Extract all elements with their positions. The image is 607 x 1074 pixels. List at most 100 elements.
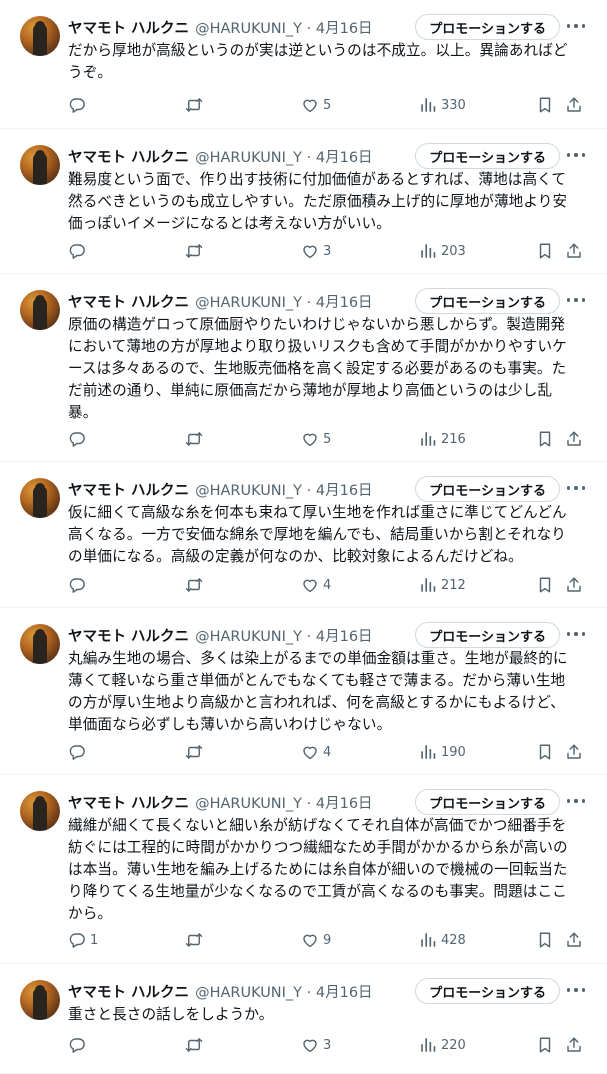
reply-icon	[69, 745, 85, 760]
promote-button[interactable]: プロモーションする	[415, 14, 560, 40]
share-button[interactable]	[565, 929, 583, 951]
like-button[interactable]: 5	[301, 94, 331, 116]
avatar[interactable]	[20, 290, 60, 330]
reply-button[interactable]	[68, 574, 90, 596]
more-icon[interactable]	[567, 626, 585, 642]
bookmark-icon	[539, 932, 551, 948]
like-button[interactable]: 3	[301, 1034, 331, 1056]
like-button[interactable]: 4	[301, 741, 331, 763]
author-name[interactable]: ヤマモト ハルクニ	[68, 17, 189, 38]
like-button[interactable]: 4	[301, 574, 331, 596]
bookmark-button[interactable]	[536, 574, 554, 596]
tweet[interactable]: ヤマモト ハルクニ @HARUKUNI_Y · 4月16日 プロモーションする …	[0, 274, 607, 462]
promote-button[interactable]: プロモーションする	[415, 288, 560, 314]
like-count: 9	[323, 932, 332, 948]
promote-button[interactable]: プロモーションする	[415, 143, 560, 169]
bookmark-button[interactable]	[536, 929, 554, 951]
like-button[interactable]: 9	[301, 929, 331, 951]
avatar[interactable]	[20, 16, 60, 56]
bookmark-button[interactable]	[536, 94, 554, 116]
views-button[interactable]: 190	[419, 741, 466, 763]
tweet-actions: 3 203	[68, 240, 587, 262]
author-handle-date[interactable]: @HARUKUNI_Y · 4月16日	[195, 291, 372, 312]
share-button[interactable]	[565, 94, 583, 116]
reply-button[interactable]: 1	[68, 929, 98, 951]
promote-button[interactable]: プロモーションする	[415, 789, 560, 815]
author-name[interactable]: ヤマモト ハルクニ	[68, 291, 189, 312]
tweet[interactable]: ヤマモト ハルクニ @HARUKUNI_Y · 4月16日 プロモーションする …	[0, 0, 607, 129]
more-icon[interactable]	[567, 292, 585, 308]
share-button[interactable]	[565, 574, 583, 596]
bookmark-button[interactable]	[536, 1034, 554, 1056]
views-button[interactable]: 203	[419, 240, 466, 262]
author-handle-date[interactable]: @HARUKUNI_Y · 4月16日	[195, 146, 372, 167]
views-button[interactable]: 212	[419, 574, 466, 596]
share-button[interactable]	[565, 240, 583, 262]
views-icon	[421, 98, 436, 112]
author-handle-date[interactable]: @HARUKUNI_Y · 4月16日	[195, 981, 372, 1002]
author-handle-date[interactable]: @HARUKUNI_Y · 4月16日	[195, 792, 372, 813]
more-icon[interactable]	[567, 982, 585, 998]
author-name[interactable]: ヤマモト ハルクニ	[68, 981, 189, 1002]
retweet-button[interactable]	[185, 94, 203, 116]
views-button[interactable]: 220	[419, 1034, 466, 1056]
views-button[interactable]: 428	[419, 929, 466, 951]
reply-button[interactable]	[68, 741, 90, 763]
like-button[interactable]: 3	[301, 240, 331, 262]
like-count: 4	[323, 577, 332, 593]
view-count: 428	[441, 932, 466, 948]
share-button[interactable]	[565, 1034, 583, 1056]
reply-button[interactable]	[68, 428, 90, 450]
author-handle-date[interactable]: @HARUKUNI_Y · 4月16日	[195, 479, 372, 500]
reply-button[interactable]	[68, 94, 90, 116]
views-button[interactable]: 216	[419, 428, 466, 450]
reply-button[interactable]	[68, 1034, 90, 1056]
bookmark-button[interactable]	[536, 240, 554, 262]
avatar[interactable]	[20, 145, 60, 185]
retweet-icon	[185, 98, 203, 112]
more-icon[interactable]	[567, 147, 585, 163]
retweet-button[interactable]	[185, 240, 203, 262]
avatar[interactable]	[20, 478, 60, 518]
more-icon[interactable]	[567, 793, 585, 809]
retweet-icon	[185, 745, 203, 759]
retweet-button[interactable]	[185, 1034, 203, 1056]
promote-button[interactable]: プロモーションする	[415, 476, 560, 502]
tweet[interactable]: ヤマモト ハルクニ @HARUKUNI_Y · 4月16日 プロモーションする …	[0, 462, 607, 608]
author-handle-date[interactable]: @HARUKUNI_Y · 4月16日	[195, 17, 372, 38]
share-button[interactable]	[565, 428, 583, 450]
retweet-button[interactable]	[185, 929, 203, 951]
promote-button[interactable]: プロモーションする	[415, 978, 560, 1004]
bookmark-button[interactable]	[536, 428, 554, 450]
tweet[interactable]: ヤマモト ハルクニ @HARUKUNI_Y · 4月16日 プロモーションする …	[0, 775, 607, 964]
tweet[interactable]: ヤマモト ハルクニ @HARUKUNI_Y · 4月16日 プロモーションする …	[0, 129, 607, 274]
author-handle-date[interactable]: @HARUKUNI_Y · 4月16日	[195, 625, 372, 646]
views-button[interactable]: 330	[419, 94, 466, 116]
like-count: 5	[323, 431, 332, 447]
retweet-button[interactable]	[185, 741, 203, 763]
bookmark-button[interactable]	[536, 741, 554, 763]
like-button[interactable]: 5	[301, 428, 331, 450]
author-name[interactable]: ヤマモト ハルクニ	[68, 625, 189, 646]
share-icon	[567, 431, 581, 446]
author-name[interactable]: ヤマモト ハルクニ	[68, 792, 189, 813]
reply-button[interactable]	[68, 240, 90, 262]
tweet[interactable]: ヤマモト ハルクニ @HARUKUNI_Y · 4月16日 プロモーションする …	[0, 608, 607, 775]
tweet-text: 丸編み生地の場合、多くは染上がるまでの単価金額は重さ。生地が最終的に 薄くて軽い…	[68, 650, 568, 733]
tweet[interactable]: ヤマモト ハルクニ @HARUKUNI_Y · 4月16日 プロモーションする …	[0, 964, 607, 1074]
more-icon[interactable]	[567, 18, 585, 34]
more-icon[interactable]	[567, 480, 585, 496]
avatar[interactable]	[20, 791, 60, 831]
author-name[interactable]: ヤマモト ハルクニ	[68, 146, 189, 167]
share-button[interactable]	[565, 741, 583, 763]
avatar[interactable]	[20, 624, 60, 664]
retweet-icon	[185, 1038, 203, 1052]
author-name[interactable]: ヤマモト ハルクニ	[68, 479, 189, 500]
retweet-button[interactable]	[185, 428, 203, 450]
tweet-text: だから厚地が高級というのが実は逆というのは不成立。以上。異論あればど うぞ。	[68, 42, 568, 81]
like-count: 3	[323, 243, 332, 259]
view-count: 220	[441, 1037, 466, 1053]
retweet-button[interactable]	[185, 574, 203, 596]
avatar[interactable]	[20, 980, 60, 1020]
promote-button[interactable]: プロモーションする	[415, 622, 560, 648]
